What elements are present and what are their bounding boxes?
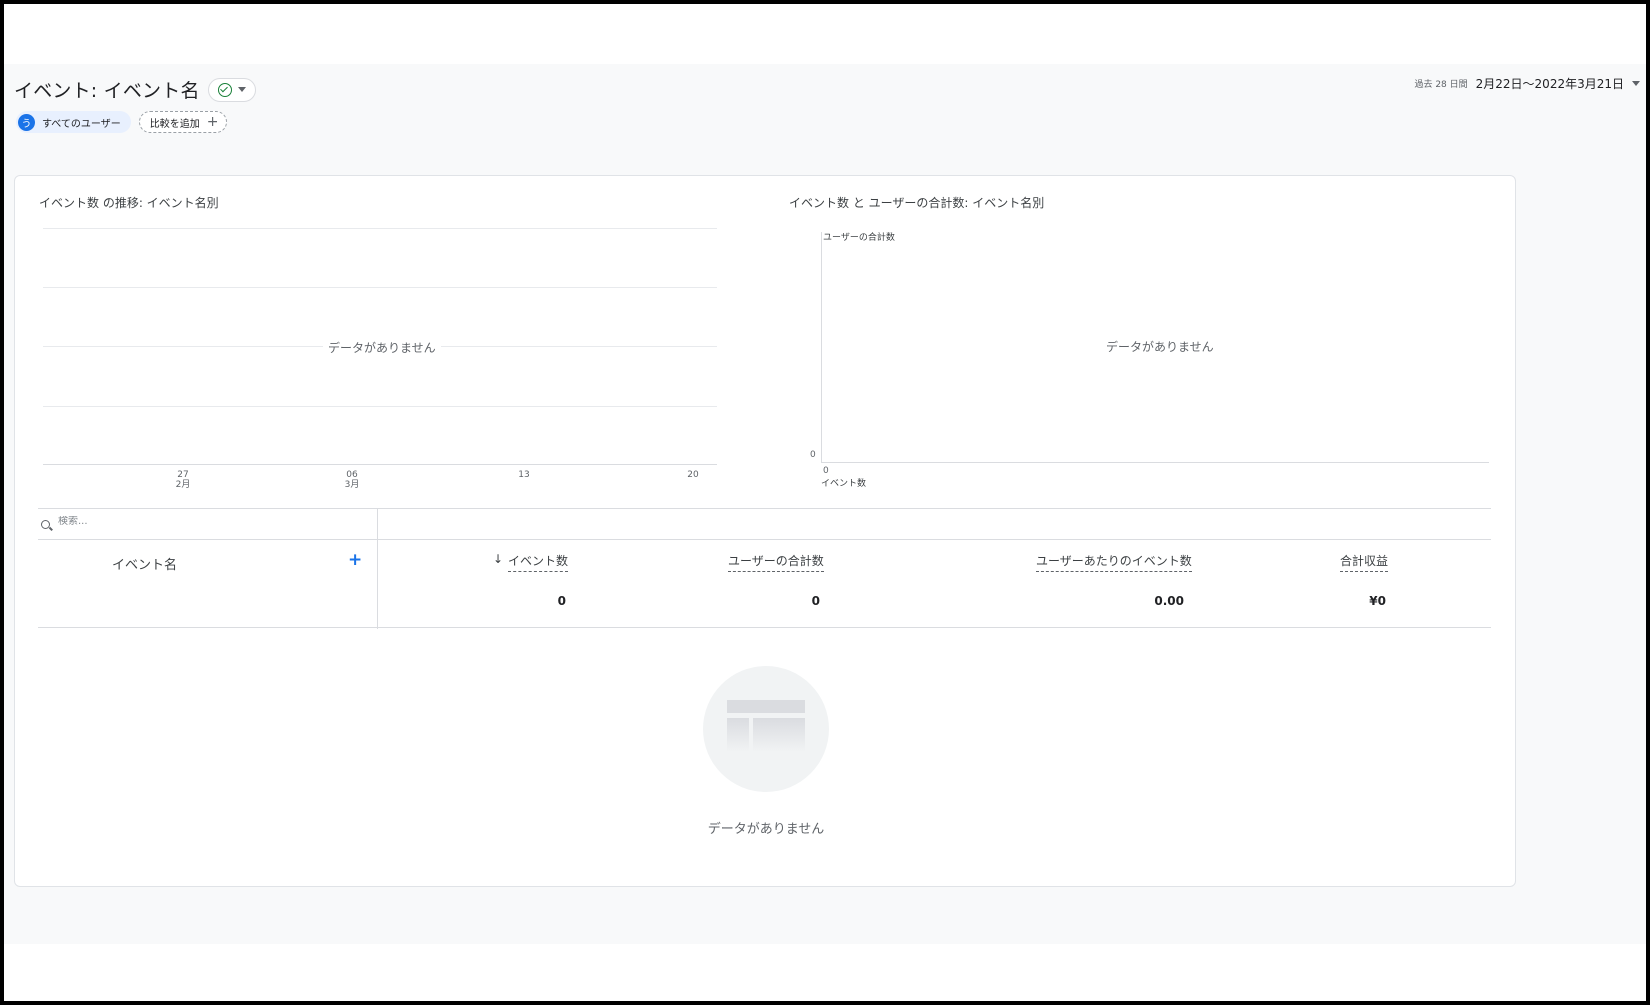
page-title: イベント: イベント名 — [14, 80, 200, 102]
dimension-header[interactable]: イベント名 — [112, 554, 177, 573]
search-input[interactable] — [58, 516, 358, 527]
comparison-chips: う すべてのユーザー 比較を追加 + — [16, 111, 228, 133]
x-tick-label: 27 2月 — [175, 470, 191, 490]
add-dimension-button[interactable]: + — [348, 550, 362, 570]
table-header-row: イベント名 + ↓ イベント数 ユーザーの合計数 ユーザーあたりのイベント数 合… — [38, 540, 1491, 628]
date-range-prefix: 過去 28 日間 — [1414, 80, 1468, 90]
line-chart: データがありません 27 2月 06 3月 13 20 — [43, 224, 717, 490]
metric-header-total-users[interactable]: ユーザーの合計数 — [728, 552, 824, 572]
chevron-down-icon — [1632, 81, 1640, 86]
check-circle-icon — [217, 82, 232, 97]
metric-header-events-per-user[interactable]: ユーザーあたりのイベント数 — [1036, 552, 1192, 572]
x-tick-label: 13 — [518, 470, 530, 480]
add-comparison-button[interactable]: 比較を追加 + — [138, 111, 228, 133]
total-event-count: 0 — [557, 594, 566, 608]
report-status-dropdown[interactable] — [207, 77, 256, 102]
avatar: う — [18, 113, 35, 131]
date-range-label: 2月22日〜2022年3月21日 — [1475, 77, 1624, 91]
metric-header-event-count[interactable]: イベント数 — [508, 552, 569, 572]
title-row: イベント: イベント名 — [14, 76, 256, 103]
plus-icon: + — [206, 114, 219, 130]
all-users-chip[interactable]: う すべてのユーザー — [16, 111, 131, 133]
date-range-picker[interactable]: 過去 28 日間 2月22日〜2022年3月21日 — [1414, 75, 1640, 92]
search-row — [38, 508, 1491, 540]
gridline — [43, 287, 717, 288]
x-axis — [43, 464, 717, 465]
y-axis — [821, 232, 822, 462]
data-table: イベント名 + ↓ イベント数 ユーザーの合計数 ユーザーあたりのイベント数 合… — [38, 508, 1491, 629]
report-card: イベント数 の推移: イベント名別 データがありません 27 2月 06 3月 13… — [14, 175, 1516, 887]
chevron-down-icon — [237, 87, 246, 92]
sort-down-icon: ↓ — [493, 552, 504, 566]
screen-frame: イベント: イベント名 過去 28 日間 2月22日〜2022年3月21日 う … — [4, 4, 1646, 1001]
chart1-title: イベント数 の推移: イベント名別 — [39, 196, 219, 210]
chart2-title: イベント数 と ユーザーの合計数: イベント名別 — [789, 196, 1045, 210]
events-per-user-value: 0.00 — [1154, 594, 1184, 608]
total-users-value: 0 — [811, 594, 820, 608]
gridline — [43, 406, 717, 407]
x-tick-label: 20 — [687, 470, 699, 480]
scatter-chart: ユーザーの合計数 0 0 イベント数 データがありません — [810, 232, 1489, 489]
add-comparison-label: 比較を追加 — [149, 118, 200, 130]
x-zero-label: 0 — [823, 466, 829, 476]
x-tick-label: 06 3月 — [344, 470, 360, 490]
gridline — [43, 228, 717, 229]
y-zero-label: 0 — [810, 450, 816, 460]
metric-header-total-revenue[interactable]: 合計収益 — [1340, 552, 1389, 572]
chart2-no-data: データがありません — [1101, 338, 1219, 355]
y-axis-title: ユーザーの合計数 — [823, 233, 895, 243]
search-icon — [41, 520, 50, 529]
x-axis — [821, 462, 1489, 463]
report-page: イベント: イベント名 過去 28 日間 2月22日〜2022年3月21日 う … — [4, 64, 1646, 944]
all-users-label: すべてのユーザー — [42, 118, 121, 130]
x-axis-title: イベント数 — [821, 479, 867, 489]
chart1-no-data: データがありません — [323, 339, 441, 356]
total-revenue-value: ¥0 — [1369, 594, 1386, 608]
empty-table-icon — [703, 666, 829, 792]
empty-state-text: データがありません — [707, 822, 825, 837]
